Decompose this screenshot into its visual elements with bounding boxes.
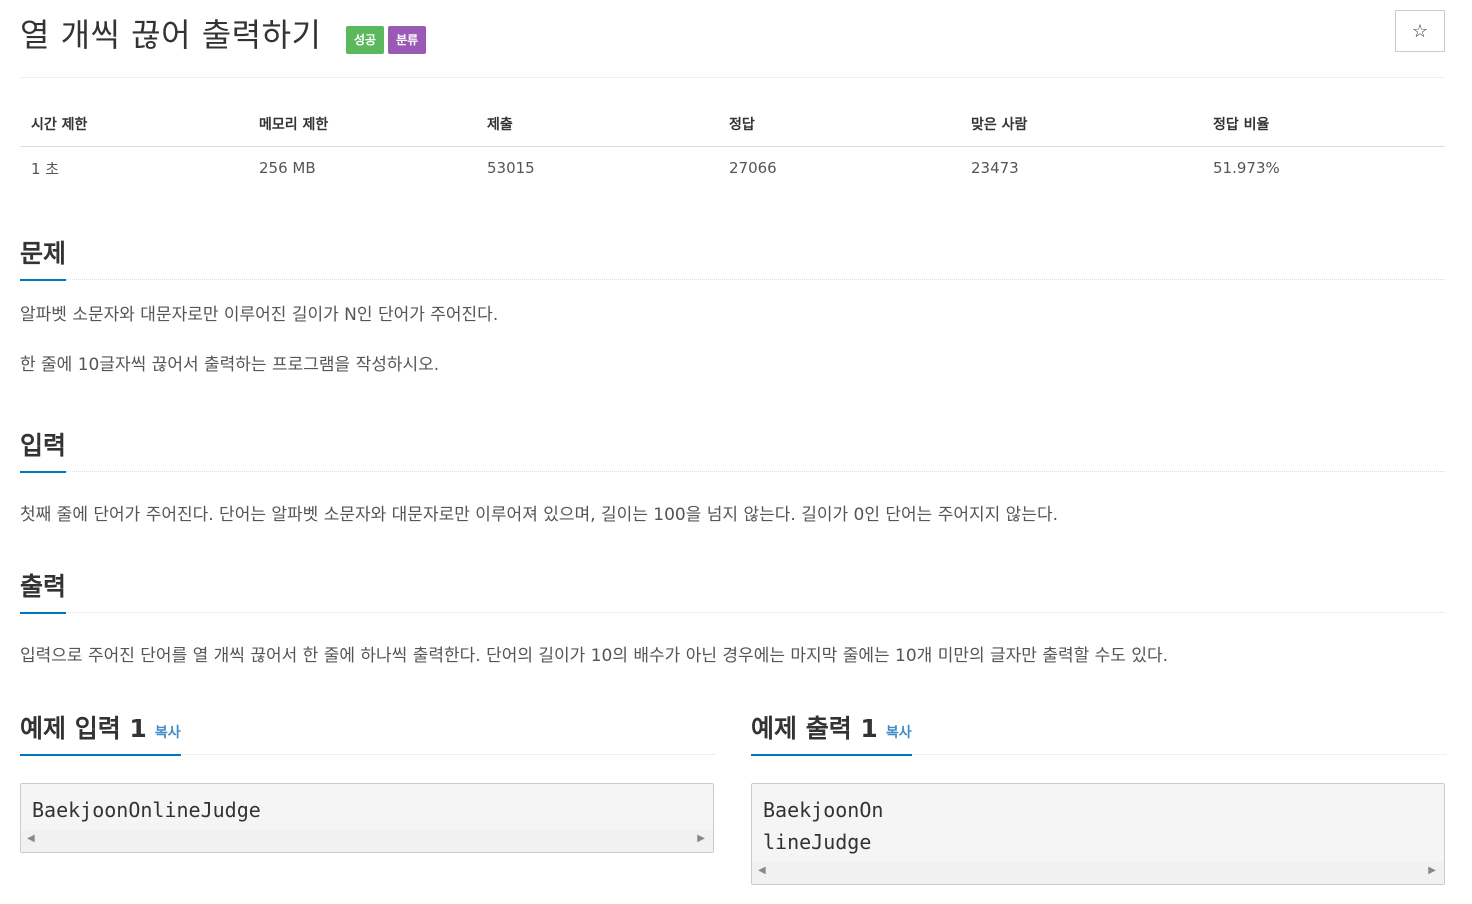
problem-page: 열 개씩 끊어 출력하기 성공 분류 ☆ 시간 제한 메모리 제한 제출 정답 … [20,0,1446,904]
sample-input-section: 예제 입력 1 복사 BaekjoonOnlineJudge ◀ ▶ [20,703,715,853]
stats-header-submissions: 제출 [476,102,718,147]
horizontal-scrollbar[interactable]: ◀ ▶ [752,862,1444,884]
stats-submissions: 53015 [487,159,535,178]
problem-paragraph-2: 한 줄에 10글자씩 끊어서 출력하는 프로그램을 작성하시오. [20,355,440,375]
input-heading: 입력 [20,426,67,473]
status-badge-success: 성공 [346,26,385,54]
stats-value-row: 1 초 256 MB 53015 27066 23473 51.973% [20,146,1445,190]
sample-input-code: BaekjoonOnlineJudge [32,798,261,822]
stats-header-time-limit: 시간 제한 [20,102,248,147]
sample-output-section: 예제 출력 1 복사 BaekjoonOn lineJudge ◀ ▶ [751,703,1446,885]
stats-solvers: 23473 [971,159,1019,178]
stats-memory-limit: 256 MB [259,159,316,178]
sample-output-code: BaekjoonOn lineJudge [763,798,884,854]
problem-description-section: 문제 알파벳 소문자와 대문자로만 이루어진 길이가 N인 단어가 주어진다. … [20,228,1445,378]
output-body: 입력으로 주어진 단어를 열 개씩 끊어서 한 줄에 하나씩 출력한다. 단어의… [20,643,1445,669]
favorite-button[interactable]: ☆ [1395,10,1445,52]
horizontal-scrollbar[interactable]: ◀ ▶ [21,830,713,852]
sample-output-heading: 예제 출력 1 복사 [751,709,912,756]
output-section: 출력 입력으로 주어진 단어를 열 개씩 끊어서 한 줄에 하나씩 출력한다. … [20,561,1445,669]
badge-group: 성공 분류 [346,26,427,54]
scroll-right-icon[interactable]: ▶ [697,833,705,844]
problem-title: 열 개씩 끊어 출력하기 [20,16,322,54]
input-section: 입력 첫째 줄에 단어가 주어진다. 단어는 알파벳 소문자와 대문자로만 이루… [20,420,1445,528]
copy-sample-input-link[interactable]: 복사 [155,725,181,741]
sample-input-title: 예제 입력 1 [20,714,147,743]
output-heading: 출력 [20,567,67,614]
stats-header-row: 시간 제한 메모리 제한 제출 정답 맞은 사람 정답 비율 [20,102,1445,147]
star-icon: ☆ [1411,21,1429,41]
stats-header-memory-limit: 메모리 제한 [248,102,476,147]
stats-ratio: 51.973% [1213,159,1280,178]
stats-header-accepted: 정답 [718,102,960,147]
scroll-left-icon[interactable]: ◀ [758,865,766,876]
problem-paragraph-1: 알파벳 소문자와 대문자로만 이루어진 길이가 N인 단어가 주어진다. [20,305,499,325]
sample-input-heading: 예제 입력 1 복사 [20,709,181,756]
section-header: 문제 [20,228,1445,281]
problem-heading: 문제 [20,234,67,281]
sample-output-title: 예제 출력 1 [751,714,878,743]
problem-header: 열 개씩 끊어 출력하기 성공 분류 ☆ [20,0,1445,78]
scroll-left-icon[interactable]: ◀ [27,833,35,844]
category-badge[interactable]: 분류 [388,26,427,54]
stats-accepted: 27066 [729,159,777,178]
stats-time-limit: 1 초 [31,159,60,178]
input-body: 첫째 줄에 단어가 주어진다. 단어는 알파벳 소문자와 대문자로만 이루어져 … [20,502,1445,528]
section-header: 입력 [20,420,1445,473]
section-header: 출력 [20,561,1445,614]
output-paragraph: 입력으로 주어진 단어를 열 개씩 끊어서 한 줄에 하나씩 출력한다. 단어의… [20,646,1169,666]
input-paragraph: 첫째 줄에 단어가 주어진다. 단어는 알파벳 소문자와 대문자로만 이루어져 … [20,505,1058,525]
stats-header-solvers: 맞은 사람 [960,102,1202,147]
section-header: 예제 입력 1 복사 [20,703,715,756]
scroll-right-icon[interactable]: ▶ [1428,865,1436,876]
section-header: 예제 출력 1 복사 [751,703,1446,756]
sample-output-codebox[interactable]: BaekjoonOn lineJudge ◀ ▶ [751,783,1445,885]
copy-sample-output-link[interactable]: 복사 [886,725,912,741]
problem-stats-table: 시간 제한 메모리 제한 제출 정답 맞은 사람 정답 비율 1 초 256 M… [20,102,1445,190]
sample-input-codebox[interactable]: BaekjoonOnlineJudge ◀ ▶ [20,783,714,853]
problem-body: 알파벳 소문자와 대문자로만 이루어진 길이가 N인 단어가 주어진다. 한 줄… [20,302,1445,378]
stats-header-ratio: 정답 비율 [1202,102,1445,147]
